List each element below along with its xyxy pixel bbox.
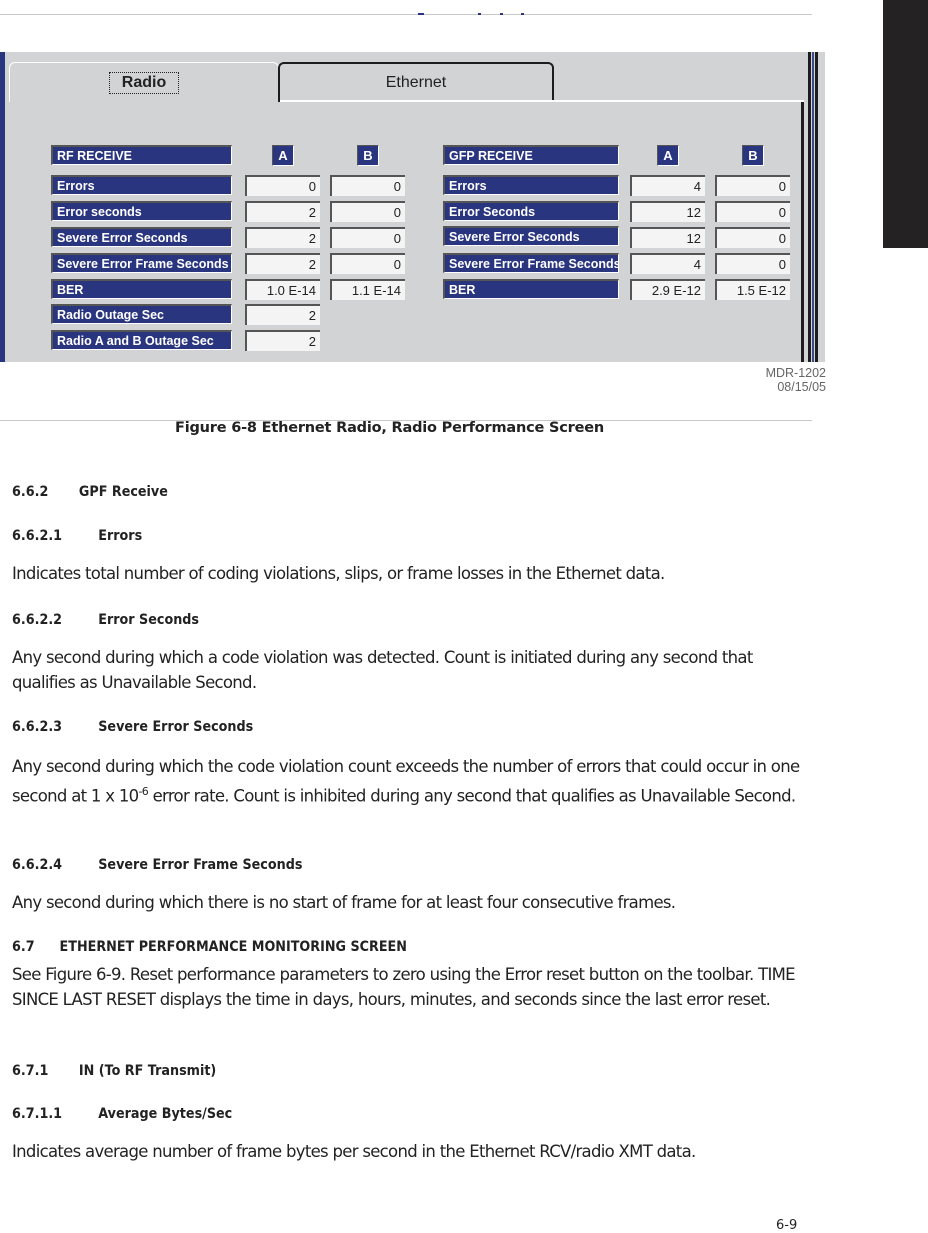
section-number: 6.6.2.3 xyxy=(12,719,63,735)
section-body-6-6-2-3: Any second during which the code violati… xyxy=(12,754,812,809)
rf-error-seconds-label: Error seconds xyxy=(51,201,232,221)
section-body-6-6-2-4: Any second during which there is no star… xyxy=(12,893,676,912)
rf-col-a-header: A xyxy=(272,145,294,166)
section-title: ETHERNET PERFORMANCE MONITORING SCREEN xyxy=(59,939,407,955)
rf-errors-b: 0 xyxy=(330,175,405,196)
section-number: 6.7.1 xyxy=(12,1063,49,1079)
gfp-ber-label: BER xyxy=(443,279,619,299)
rf-radio-outage-sec-label: Radio Outage Sec xyxy=(51,304,232,324)
gfp-ber-b: 1.5 E-12 xyxy=(715,279,790,300)
section-heading-6-6-2-2: 6.6.2.2 Error Seconds xyxy=(12,612,199,628)
rf-severe-error-frame-seconds-label: Severe Error Frame Seconds xyxy=(51,253,232,273)
rf-error-seconds-a: 2 xyxy=(245,201,320,222)
section-heading-6-6-2: 6.6.2 GPF Receive xyxy=(12,484,168,500)
gfp-severe-error-frame-seconds-label: Severe Error Frame Seconds xyxy=(443,253,619,273)
gfp-errors-a: 4 xyxy=(630,175,705,196)
section-number: 6.6.2.1 xyxy=(12,528,63,544)
gfp-col-b-header: B xyxy=(742,145,764,166)
tab-ethernet-label: Ethernet xyxy=(385,74,447,91)
rule-tick xyxy=(418,13,424,15)
section-heading-6-6-2-3: 6.6.2.3 Severe Error Seconds xyxy=(12,719,253,735)
rf-errors-a: 0 xyxy=(245,175,320,196)
rf-error-seconds-b: 0 xyxy=(330,201,405,222)
gfp-receive-header: GFP RECEIVE xyxy=(443,145,619,165)
gfp-severe-error-frame-seconds-b: 0 xyxy=(715,253,790,274)
rf-errors-label: Errors xyxy=(51,175,232,195)
rf-col-b-header: B xyxy=(357,145,379,166)
chapter-thumb-tab xyxy=(883,0,928,248)
rf-severe-error-seconds-a: 2 xyxy=(245,227,320,248)
figure-id-code: MDR-1202 xyxy=(765,366,826,380)
gfp-error-seconds-b: 0 xyxy=(715,201,790,222)
gfp-errors-b: 0 xyxy=(715,175,790,196)
section-number: 6.7.1.1 xyxy=(12,1106,63,1122)
section-heading-6-7-1: 6.7.1 IN (To RF Transmit) xyxy=(12,1063,216,1079)
section-number: 6.7 xyxy=(12,939,35,955)
rf-severe-error-seconds-b: 0 xyxy=(330,227,405,248)
rule-tick xyxy=(478,13,481,15)
figure-caption: Figure 6-8 Ethernet Radio, Radio Perform… xyxy=(175,420,604,436)
section-title: IN (To RF Transmit) xyxy=(78,1063,217,1079)
section-heading-6-7: 6.7 ETHERNET PERFORMANCE MONITORING SCREE… xyxy=(12,939,407,955)
tab-body-edge xyxy=(801,102,804,362)
rf-severe-error-frame-seconds-b: 0 xyxy=(330,253,405,274)
panel-right-border xyxy=(808,52,811,362)
tab-radio-label: Radio xyxy=(108,71,180,94)
exponent: -6 xyxy=(138,785,149,798)
section-title: Average Bytes/Sec xyxy=(98,1106,233,1122)
rf-radio-ab-outage-sec-a: 2 xyxy=(245,330,320,351)
gfp-error-seconds-label: Error Seconds xyxy=(443,201,619,221)
rule-tick xyxy=(500,13,503,15)
gfp-errors-label: Errors xyxy=(443,175,619,195)
section-title: GPF Receive xyxy=(78,484,168,500)
section-body-6-7: See Figure 6-9. Reset performance parame… xyxy=(12,965,796,1009)
section-body-6-6-2-1: Indicates total number of coding violati… xyxy=(12,564,665,583)
gfp-ber-a: 2.9 E-12 xyxy=(630,279,705,300)
section-body-6-7-1-1: Indicates average number of frame bytes … xyxy=(12,1142,696,1161)
section-title: Error Seconds xyxy=(98,612,200,628)
rf-radio-ab-outage-sec-label: Radio A and B Outage Sec xyxy=(51,330,232,350)
tab-ethernet[interactable]: Ethernet xyxy=(278,62,554,102)
rf-receive-header: RF RECEIVE xyxy=(51,145,232,165)
tab-radio[interactable]: Radio xyxy=(9,62,279,102)
rf-ber-label: BER xyxy=(51,279,232,299)
gfp-severe-error-seconds-a: 12 xyxy=(630,227,705,248)
figure-id: MDR-1202 08/15/05 xyxy=(700,366,826,394)
section-number: 6.6.2.2 xyxy=(12,612,63,628)
gfp-severe-error-seconds-label: Severe Error Seconds xyxy=(443,226,619,246)
panel-right-border xyxy=(815,52,818,362)
gfp-severe-error-seconds-b: 0 xyxy=(715,227,790,248)
tab-body-edge xyxy=(280,100,804,102)
body-text: error rate. Count is inhibited during an… xyxy=(148,786,797,806)
section-heading-6-6-2-1: 6.6.2.1 Errors xyxy=(12,528,142,544)
page-number: 6-9 xyxy=(776,1218,798,1233)
rf-ber-a: 1.0 E-14 xyxy=(245,279,320,300)
rf-severe-error-frame-seconds-a: 2 xyxy=(245,253,320,274)
gfp-error-seconds-a: 12 xyxy=(630,201,705,222)
gfp-col-a-header: A xyxy=(657,145,679,166)
panel-right-border xyxy=(812,52,814,362)
top-rule xyxy=(0,14,812,15)
section-heading-6-6-2-4: 6.6.2.4 Severe Error Frame Seconds xyxy=(12,857,302,873)
section-title: Errors xyxy=(98,528,143,544)
rf-ber-b: 1.1 E-14 xyxy=(330,279,405,300)
gfp-severe-error-frame-seconds-a: 4 xyxy=(630,253,705,274)
panel-left-border xyxy=(0,52,5,362)
section-number: 6.6.2.4 xyxy=(12,857,63,873)
rf-radio-outage-sec-a: 2 xyxy=(245,304,320,325)
rule-tick xyxy=(521,13,524,15)
section-title: Severe Error Seconds xyxy=(98,719,254,735)
section-body-6-6-2-2: Any second during which a code violation… xyxy=(12,648,753,692)
rf-severe-error-seconds-label: Severe Error Seconds xyxy=(51,227,232,247)
section-heading-6-7-1-1: 6.7.1.1 Average Bytes/Sec xyxy=(12,1106,232,1122)
section-title: Severe Error Frame Seconds xyxy=(98,857,303,873)
figure-id-date: 08/15/05 xyxy=(777,380,826,394)
section-number: 6.6.2 xyxy=(12,484,49,500)
